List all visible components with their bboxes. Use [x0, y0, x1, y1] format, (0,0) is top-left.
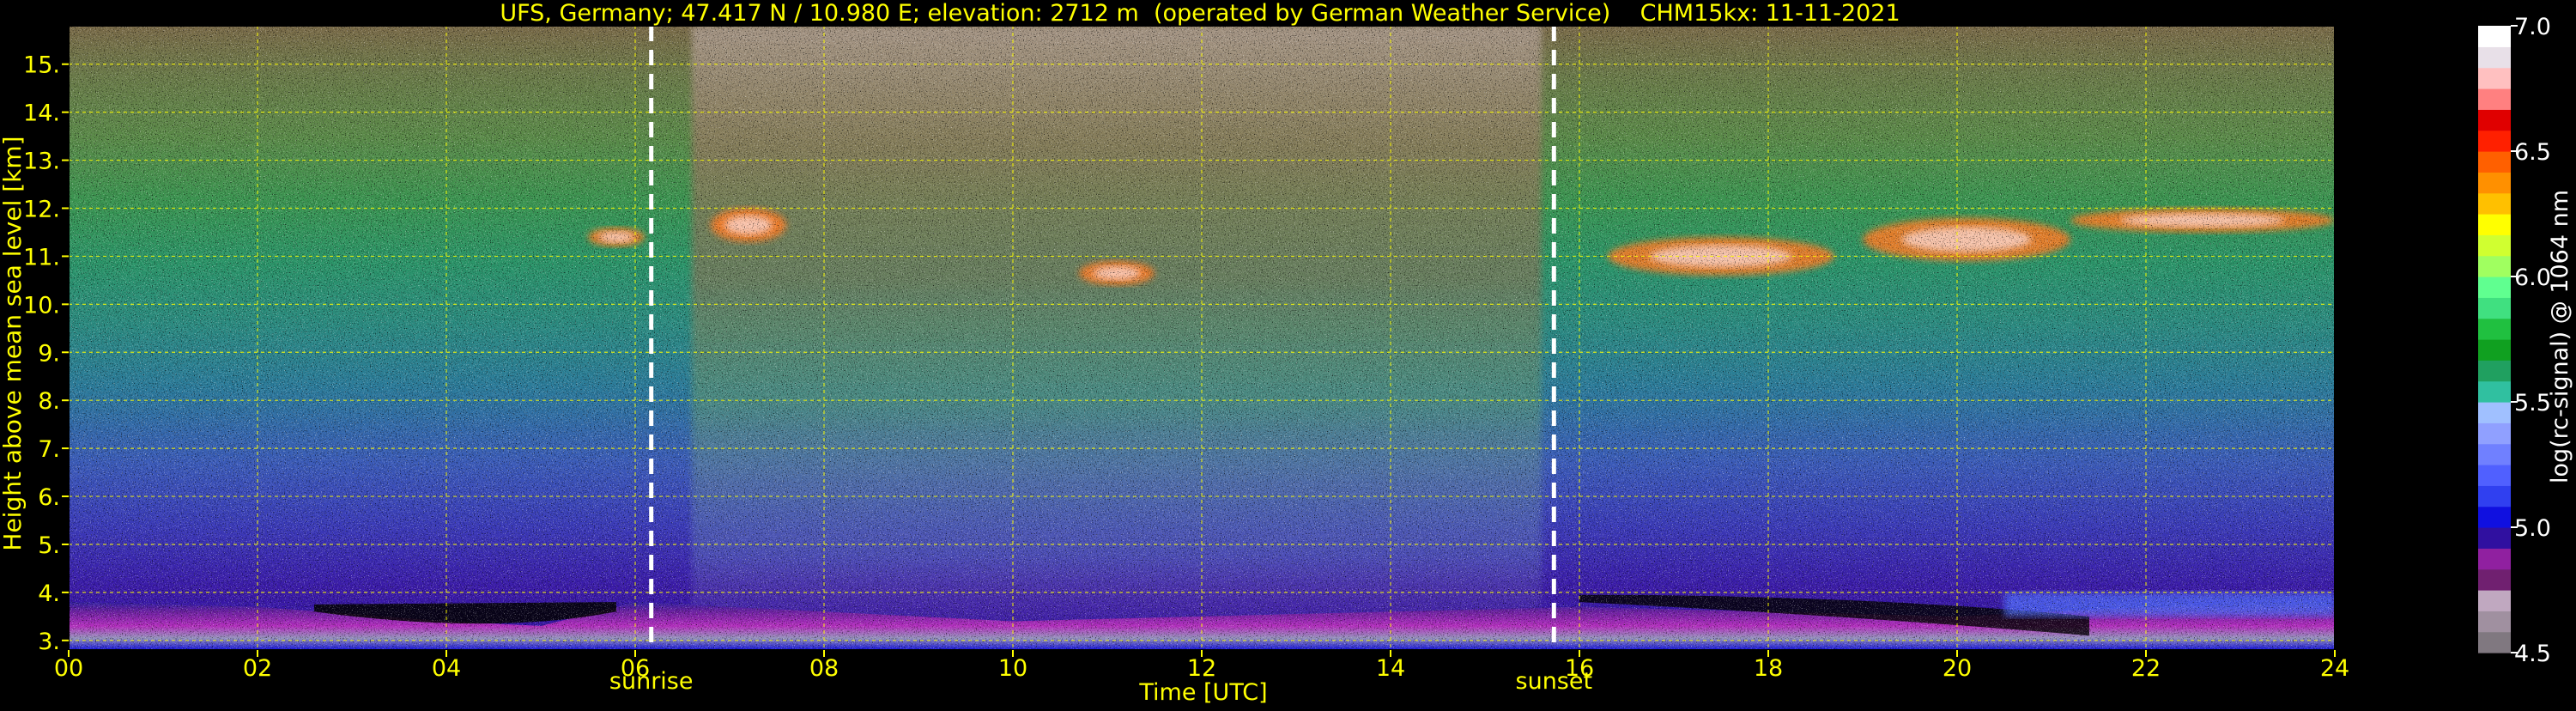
colorbar-swatch: [2478, 151, 2511, 173]
colorbar-swatch: [2478, 402, 2511, 423]
colorbar: 4.5 5.0 5.5 6.0 6.5 7.0: [2478, 14, 2551, 667]
y-tick-label: 7.: [38, 436, 60, 463]
colorbar-tick-label: 6.5: [2514, 139, 2551, 166]
y-tick-label: 12.: [23, 197, 60, 223]
x-tick-label: 08: [809, 655, 839, 682]
colorbar-swatch: [2478, 443, 2511, 465]
y-tick-label: 5.: [38, 532, 60, 559]
colorbar-swatch: [2478, 548, 2511, 570]
x-tick-label: 18: [1754, 655, 1783, 682]
y-tick-label: 6.: [38, 484, 60, 511]
colorbar-swatch: [2478, 568, 2511, 591]
x-tick-label: 06: [621, 655, 650, 682]
colorbar-swatch: [2478, 611, 2511, 633]
colorbar-swatch: [2478, 130, 2511, 152]
x-axis-label: Time [UTC]: [1138, 679, 1267, 706]
colorbar-swatch: [2478, 527, 2511, 549]
y-tick-label: 4.: [38, 580, 60, 607]
colorbar-tick-label: 4.5: [2514, 641, 2551, 667]
y-axis-label: Height above mean sea level [km]: [0, 136, 27, 550]
x-tick-label: 14: [1376, 655, 1405, 682]
colorbar-swatch: [2478, 109, 2511, 131]
chart-title: UFS, Germany; 47.417 N / 10.980 E; eleva…: [500, 0, 1900, 27]
x-tick-label: 22: [2131, 655, 2161, 682]
colorbar-swatch: [2478, 46, 2511, 69]
y-tick-label: 9.: [38, 340, 60, 367]
colorbar-swatch: [2478, 255, 2511, 277]
colorbar-swatch: [2478, 465, 2511, 486]
colorbar-tick-label: 5.5: [2514, 390, 2551, 416]
y-tick-label: 14.: [23, 100, 60, 127]
colorbar-swatch: [2478, 318, 2511, 340]
colorbar-swatch: [2478, 67, 2511, 89]
colorbar-swatch: [2478, 234, 2511, 257]
x-tick-label: 02: [243, 655, 272, 682]
colorbar-swatch: [2478, 192, 2511, 215]
x-tick-label: 12: [1187, 655, 1216, 682]
colorbar-swatch: [2478, 339, 2511, 361]
colorbar-swatch: [2478, 360, 2511, 382]
colorbar-tick-label: 6.0: [2514, 264, 2551, 291]
x-tick-label: 00: [54, 655, 83, 682]
colorbar-swatch: [2478, 26, 2511, 47]
colorbar-swatch: [2478, 631, 2511, 653]
colorbar-tick-label: 5.0: [2514, 515, 2551, 542]
y-tick-label: 15.: [23, 52, 60, 79]
y-tick-label: 8.: [38, 388, 60, 415]
colorbar-swatch: [2478, 276, 2511, 298]
colorbar-swatch: [2478, 380, 2511, 403]
chart-svg: sunrise sunset 00 02 04 06 08 10 12 14 16 18 20 22 24…: [0, 0, 2573, 706]
x-tick-label: 16: [1565, 655, 1594, 682]
ceilometer-plot: sunrise sunset 00 02 04 06 08 10 12 14 16 18 20 22 24…: [0, 0, 2576, 708]
colorbar-swatch: [2478, 297, 2511, 319]
y-tick-label: 11.: [23, 244, 60, 270]
colorbar-tick-label: 7.0: [2514, 14, 2551, 40]
colorbar-swatch: [2478, 214, 2511, 235]
colorbar-swatch: [2478, 422, 2511, 445]
colorbar-swatch: [2478, 506, 2511, 528]
x-tick-label: 20: [1943, 655, 1972, 682]
x-tick-label: 10: [998, 655, 1027, 682]
y-tick-label: 3.: [38, 629, 60, 655]
colorbar-swatch: [2478, 172, 2511, 194]
x-tick-label: 24: [2320, 655, 2349, 682]
colorbar-swatch: [2478, 88, 2511, 110]
colorbar-swatch: [2478, 485, 2511, 507]
colorbar-swatch: [2478, 590, 2511, 611]
colorbar-label: log(rc-signal) @ 1064 nm: [2547, 190, 2573, 483]
y-tick-label: 10.: [23, 292, 60, 319]
y-tick-label: 13.: [23, 149, 60, 175]
x-tick-label: 04: [432, 655, 461, 682]
